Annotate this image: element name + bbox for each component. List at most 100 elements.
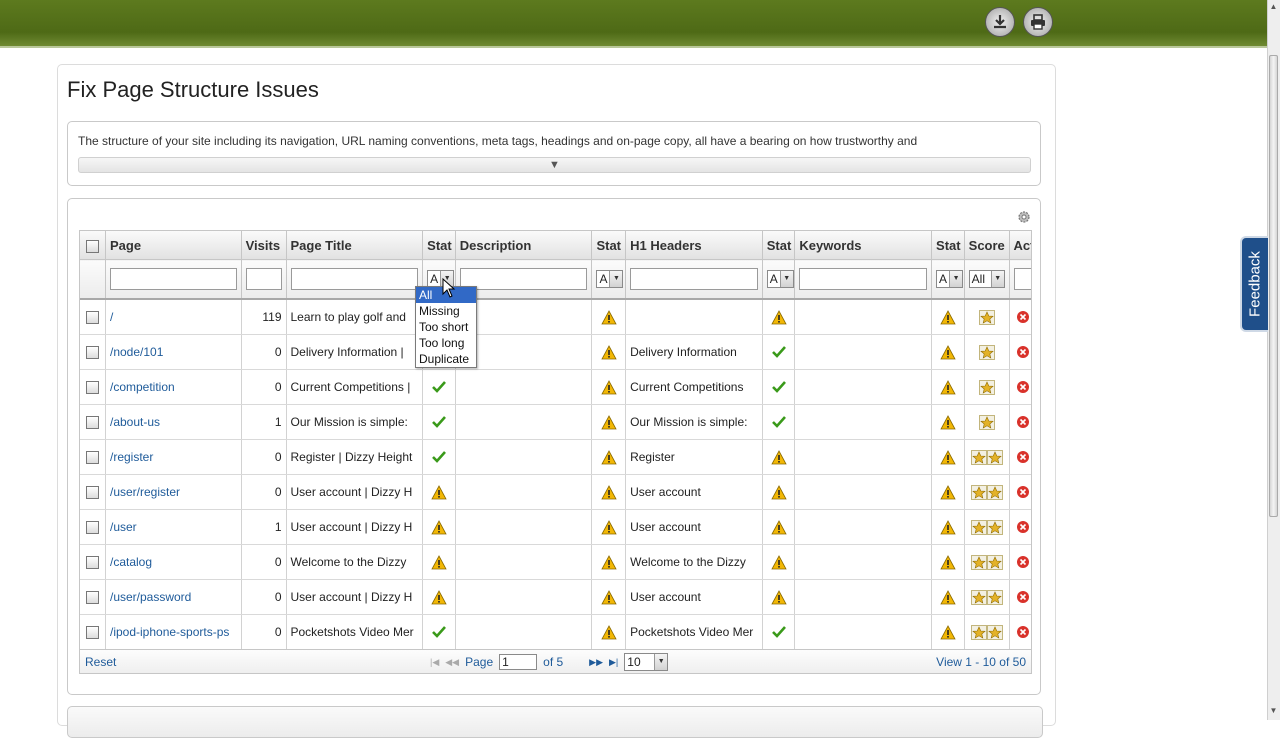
col-kw-status[interactable]: Stat xyxy=(931,231,965,260)
desc-status-filter[interactable]: A ▼ xyxy=(596,270,624,288)
actions-filter-input[interactable] xyxy=(1013,268,1031,290)
title-filter-input[interactable] xyxy=(290,268,419,290)
delete-icon[interactable] xyxy=(1016,625,1030,639)
prev-page-icon[interactable]: ◀◀ xyxy=(445,657,459,668)
page-url-link[interactable]: / xyxy=(105,299,242,335)
gear-icon[interactable] xyxy=(1017,210,1031,224)
delete-icon[interactable] xyxy=(1016,450,1030,464)
page-title-cell: User account | Dizzy H xyxy=(286,579,424,615)
col-h1-headers[interactable]: H1 Headers xyxy=(625,231,763,260)
delete-icon[interactable] xyxy=(1016,380,1030,394)
kw-status-filter[interactable]: A ▼ xyxy=(936,270,964,288)
table-row[interactable]: /catalog 0 Welcome to the Dizzy Welcome to … xyxy=(80,544,1031,580)
delete-icon[interactable] xyxy=(1016,520,1030,534)
page-url-link[interactable]: /catalog xyxy=(105,544,242,580)
table-row[interactable]: /about-us 1 Our Mission is simple: Our Miss… xyxy=(80,404,1031,440)
kw-status-cell xyxy=(931,299,965,335)
col-page[interactable]: Page xyxy=(105,231,242,260)
actions-cell xyxy=(1009,474,1031,510)
row-checkbox[interactable] xyxy=(85,521,99,535)
table-row[interactable]: /user 1 User account | Dizzy H User account xyxy=(80,509,1031,545)
first-page-icon[interactable]: |◀ xyxy=(430,657,439,668)
col-actions[interactable]: Actions xyxy=(1009,231,1031,260)
keywords-filter-input[interactable] xyxy=(799,268,928,290)
scroll-thumb[interactable] xyxy=(1269,55,1278,517)
col-h1-status[interactable]: Stat xyxy=(762,231,796,260)
page-url-link[interactable]: /ipod-iphone-sports-ps xyxy=(105,614,242,649)
h1-status-cell xyxy=(762,614,796,649)
table-row[interactable]: /register 0 Register | Dizzy Height Registe… xyxy=(80,439,1031,475)
table-row[interactable]: /user/register 0 User account | Dizzy H Use… xyxy=(80,474,1031,510)
scroll-up-icon[interactable]: ▲ xyxy=(1269,2,1278,12)
delete-icon[interactable] xyxy=(1016,485,1030,499)
print-icon[interactable] xyxy=(1023,7,1053,37)
next-page-icon[interactable]: ▶▶ xyxy=(589,657,603,668)
page-url-link[interactable]: /user xyxy=(105,509,242,545)
star-icon xyxy=(978,414,995,430)
h1-filter-input[interactable] xyxy=(630,268,758,290)
row-checkbox[interactable] xyxy=(85,416,99,430)
col-desc-status[interactable]: Stat xyxy=(591,231,627,260)
actions-cell xyxy=(1009,299,1031,335)
desc-status-cell xyxy=(591,299,627,335)
page-scrollbar[interactable]: ▲ ▼ xyxy=(1267,0,1280,720)
score-filter[interactable]: All ▼ xyxy=(968,270,1005,288)
row-checkbox[interactable] xyxy=(85,346,99,360)
description-filter-input[interactable] xyxy=(459,268,588,290)
dropdown-option[interactable]: Missing xyxy=(416,303,476,319)
dropdown-option[interactable]: Too long xyxy=(416,335,476,351)
row-checkbox-cell xyxy=(80,334,106,370)
download-icon[interactable] xyxy=(985,7,1015,37)
kw-status-cell xyxy=(931,439,965,475)
delete-icon[interactable] xyxy=(1016,345,1030,359)
col-score[interactable]: Score xyxy=(964,231,1010,260)
row-checkbox[interactable] xyxy=(85,556,99,570)
rows-per-page-select[interactable]: 10 ▼ xyxy=(624,653,669,671)
description-cell xyxy=(455,474,593,510)
page-url-link[interactable]: /competition xyxy=(105,369,242,405)
visits-filter-input[interactable] xyxy=(245,268,282,290)
page-url-link[interactable]: /node/101 xyxy=(105,334,242,370)
row-checkbox[interactable] xyxy=(85,486,99,500)
table-row[interactable]: /119 Learn to play golf and xyxy=(80,299,1031,335)
row-checkbox[interactable] xyxy=(85,381,99,395)
h1-status-filter[interactable]: A ▼ xyxy=(766,270,794,288)
table-row[interactable]: /node/101 0 Delivery Information | Delivery… xyxy=(80,334,1031,370)
page-url-link[interactable]: /user/register xyxy=(105,474,242,510)
delete-icon[interactable] xyxy=(1016,555,1030,569)
page-url-link[interactable]: /register xyxy=(105,439,242,475)
delete-icon[interactable] xyxy=(1016,310,1030,324)
col-visits[interactable]: Visits xyxy=(241,231,287,260)
page-filter-input[interactable] xyxy=(109,268,237,290)
delete-icon[interactable] xyxy=(1016,415,1030,429)
col-page-title[interactable]: Page Title xyxy=(286,231,424,260)
dropdown-option[interactable]: Too short xyxy=(416,319,476,335)
row-checkbox[interactable] xyxy=(85,451,99,465)
reset-link[interactable]: Reset xyxy=(85,655,116,669)
status-filter-dropdown[interactable]: All Missing Too short Too long Duplicate xyxy=(415,286,477,368)
scroll-down-icon[interactable]: ▼ xyxy=(1269,706,1278,716)
expand-intro-button[interactable]: ▼ xyxy=(78,157,1031,173)
page-number-input[interactable]: 1 xyxy=(499,654,538,670)
row-checkbox[interactable] xyxy=(85,626,99,640)
row-checkbox[interactable] xyxy=(85,311,99,325)
table-row[interactable]: /competition 0 Current Competitions | Curre… xyxy=(80,369,1031,405)
table-row[interactable]: /ipod-iphone-sports-ps 0 Pocketshots Video… xyxy=(80,614,1031,649)
title-status-cell xyxy=(422,439,456,475)
dropdown-option[interactable]: Duplicate xyxy=(416,351,476,367)
page-url-link[interactable]: /user/password xyxy=(105,579,242,615)
col-title-status[interactable]: Stat xyxy=(422,231,456,260)
delete-icon[interactable] xyxy=(1016,590,1030,604)
checkmark-icon xyxy=(432,451,446,464)
checkmark-icon xyxy=(771,626,786,639)
warning-icon xyxy=(601,309,617,325)
col-keywords[interactable]: Keywords xyxy=(794,231,933,260)
col-description[interactable]: Description xyxy=(455,231,593,260)
table-row[interactable]: /user/password 0 User account | Dizzy H Use… xyxy=(80,579,1031,615)
feedback-tab[interactable]: Feedback xyxy=(1240,236,1268,332)
page-title-cell: Welcome to the Dizzy xyxy=(286,544,424,580)
row-checkbox[interactable] xyxy=(85,591,99,605)
select-all-checkbox[interactable] xyxy=(85,239,99,253)
page-url-link[interactable]: /about-us xyxy=(105,404,242,440)
last-page-icon[interactable]: ▶| xyxy=(609,657,618,668)
